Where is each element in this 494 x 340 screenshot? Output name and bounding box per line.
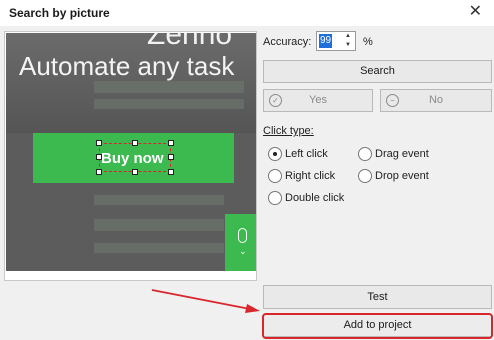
arrow-line xyxy=(151,289,251,310)
arrowhead-icon xyxy=(245,304,260,313)
annotation-arrow xyxy=(151,289,260,313)
